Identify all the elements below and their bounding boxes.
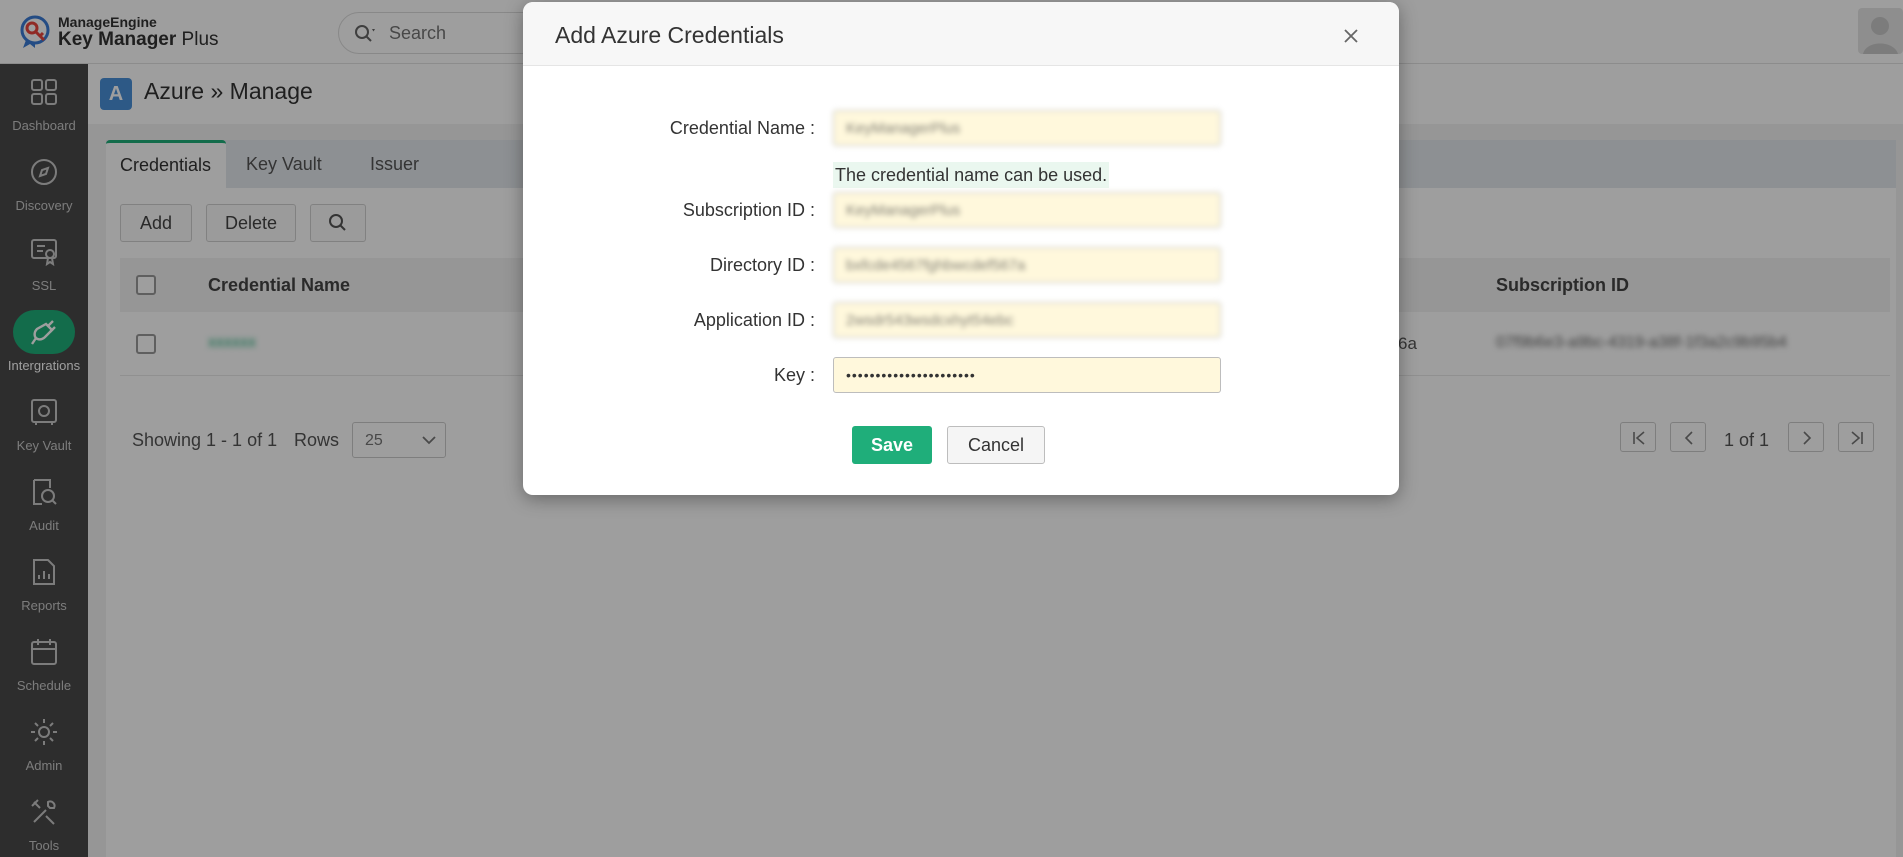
subscription-id-label: Subscription ID : (682, 200, 815, 220)
key-input[interactable] (833, 357, 1221, 393)
save-button[interactable]: Save (852, 426, 932, 464)
key-label: Key : (773, 365, 815, 385)
subscription-id-input[interactable] (833, 192, 1221, 228)
application-id-label: Application ID : (693, 310, 815, 330)
credential-name-hint: The credential name can be used. (833, 162, 1110, 188)
credential-name-label: Credential Name : (669, 118, 815, 138)
application-id-input[interactable] (833, 302, 1221, 338)
dialog-header: Add Azure Credentials (523, 2, 1399, 66)
add-azure-credentials-dialog: Add Azure Credentials Credential Name : … (523, 2, 1399, 495)
credential-name-input[interactable] (833, 110, 1221, 146)
close-icon[interactable] (1339, 24, 1363, 48)
dialog-title: Add Azure Credentials (555, 22, 784, 48)
directory-id-label: Directory ID : (709, 255, 815, 275)
cancel-button[interactable]: Cancel (947, 426, 1045, 464)
directory-id-input[interactable] (833, 247, 1221, 283)
